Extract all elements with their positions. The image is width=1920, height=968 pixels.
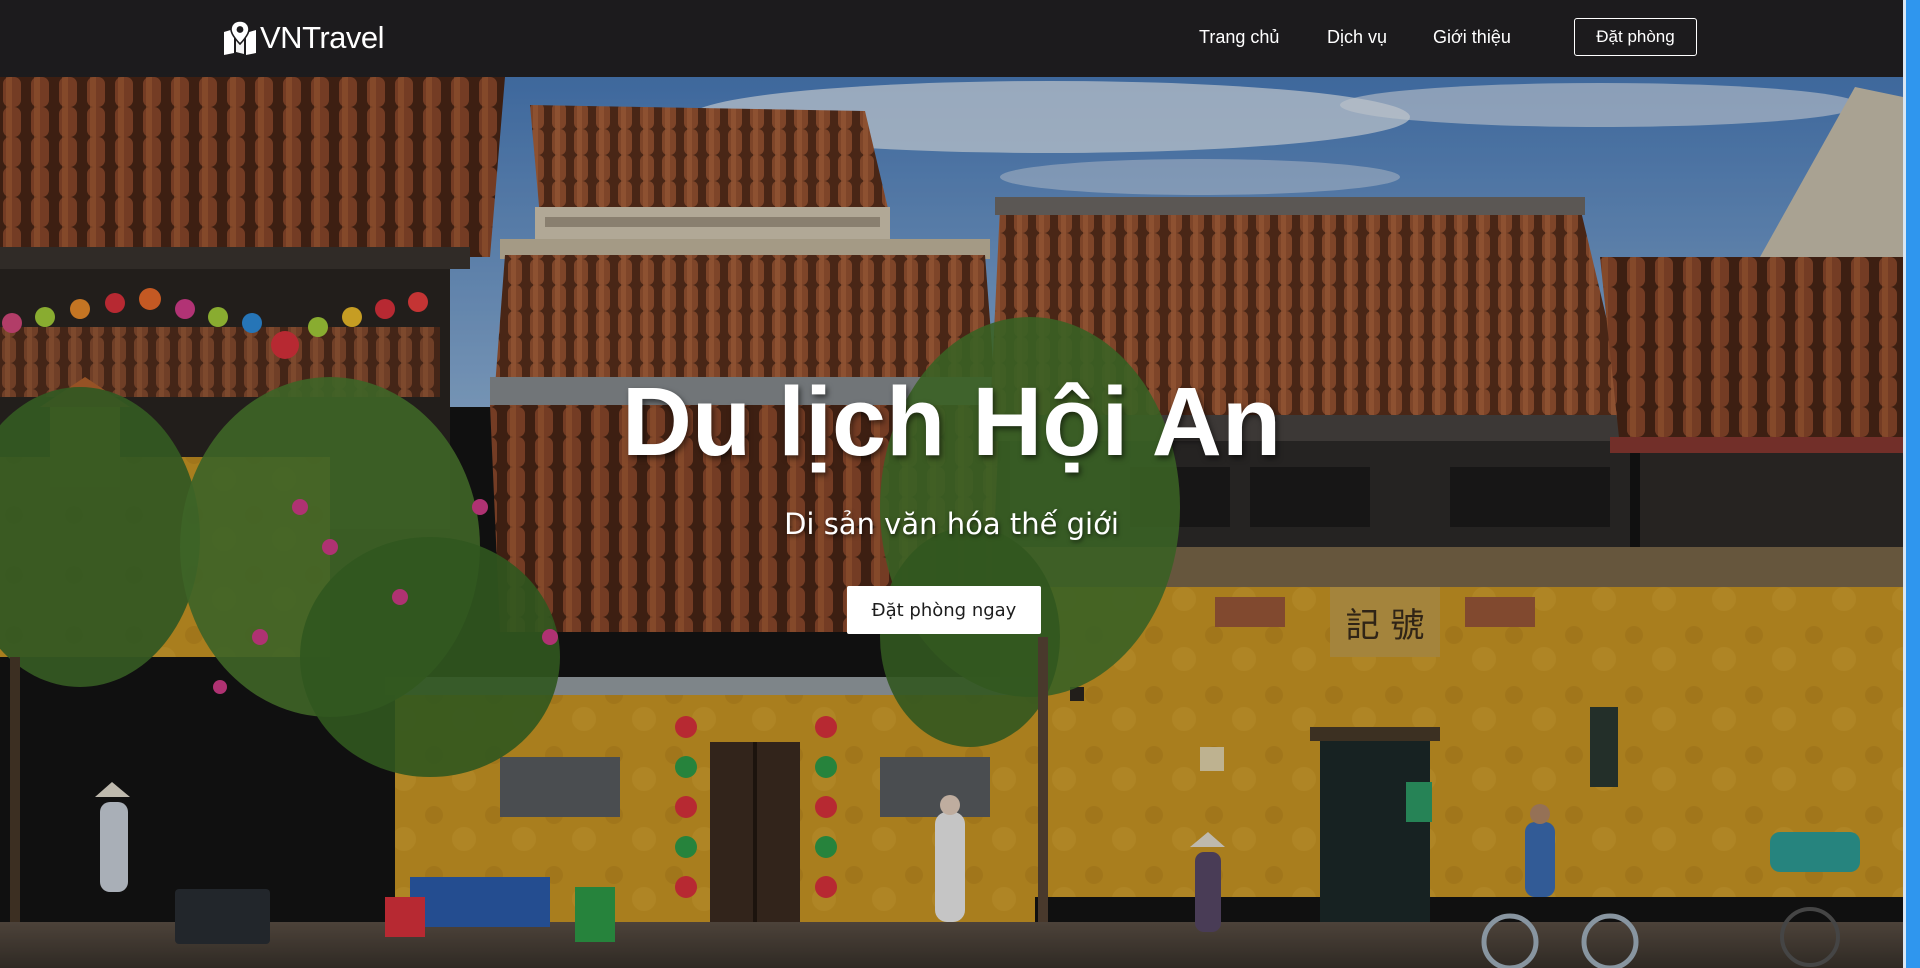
nav-link-about[interactable]: Giới thiệu — [1433, 27, 1511, 48]
top-navbar: VNTravel Trang chủ Dịch vụ Giới thiệu Đặ… — [0, 0, 1903, 77]
nav-book-button[interactable]: Đặt phòng — [1574, 18, 1697, 56]
nav-link-home[interactable]: Trang chủ — [1199, 27, 1279, 48]
page: VNTravel Trang chủ Dịch vụ Giới thiệu Đặ… — [0, 0, 1903, 968]
hero-subtitle: Di sản văn hóa thế giới — [784, 507, 1119, 541]
hero-content: Du lịch Hội An Di sản văn hóa thế giới Đ… — [0, 77, 1903, 968]
hero-book-now-button[interactable]: Đặt phòng ngay — [847, 586, 1041, 634]
browser-edge-strip — [1903, 0, 1920, 968]
nav-link-services[interactable]: Dịch vụ — [1327, 27, 1387, 48]
hero-title: Du lịch Hội An — [621, 367, 1282, 476]
hero-section: 記 號 Du lịch Hội An Di sản văn hóa thế gi… — [0, 77, 1903, 968]
nav-links: Trang chủ Dịch vụ Giới thiệu Đặt phòng — [0, 0, 1903, 77]
